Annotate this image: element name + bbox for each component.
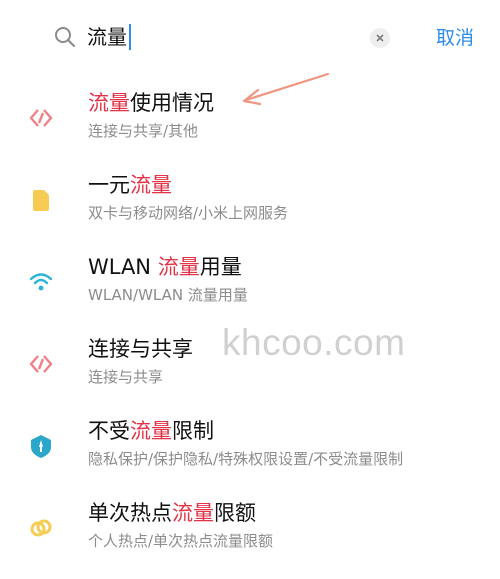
- result-title-text: 一元: [88, 173, 130, 197]
- search-icon: [55, 27, 75, 47]
- result-title-text: 单次热点: [88, 501, 172, 525]
- result-title-highlight: 流量: [130, 173, 172, 197]
- cancel-button[interactable]: 取消: [436, 24, 474, 52]
- result-title: 一元流量: [88, 170, 172, 200]
- result-title: 流量使用情况: [88, 88, 214, 118]
- result-subtitle: 连接与共享/其他: [88, 122, 199, 140]
- result-subtitle: 个人热点/单次热点流量限额: [88, 532, 274, 550]
- result-title-highlight: 流量: [130, 419, 172, 443]
- result-title-highlight: 流量: [157, 255, 200, 279]
- search-query: 流量: [87, 25, 127, 49]
- result-title: 不受流量限制: [88, 416, 214, 446]
- annotation-arrow: [242, 72, 330, 106]
- result-subtitle: 隐私保护/保护隐私/特殊权限设置/不受流量限制: [88, 450, 404, 468]
- search-result-item[interactable]: 单次热点流量限额个人热点/单次热点流量限额: [0, 484, 500, 566]
- result-title-highlight: 流量: [172, 501, 214, 525]
- result-title: 单次热点流量限额: [88, 498, 256, 528]
- wifi-icon: [27, 268, 55, 296]
- search-bar: 流量 取消: [0, 0, 500, 74]
- connection-share-icon: [27, 104, 55, 132]
- text-caret: [129, 24, 131, 50]
- result-subtitle: 双卡与移动网络/小米上网服务: [88, 204, 289, 222]
- result-title: 连接与共享: [88, 334, 193, 364]
- result-title-text: 不受: [88, 419, 130, 443]
- result-title-text: 限制: [172, 419, 214, 443]
- result-title-text: 用量: [199, 255, 242, 279]
- result-subtitle: WLAN/WLAN 流量用量: [88, 286, 248, 304]
- result-title-highlight: 流量: [88, 91, 130, 115]
- result-title-text: 连接与共享: [88, 337, 193, 361]
- shield-icon: [27, 432, 55, 460]
- result-title-text: 使用情况: [130, 91, 214, 115]
- search-result-item[interactable]: WLAN 流量用量 WLAN/WLAN 流量用量: [0, 238, 500, 320]
- result-title-text: WLAN: [88, 255, 158, 279]
- search-results: 流量使用情况 连接与共享/其他 一元流量 双卡与移动网络/小米上网服务 WLAN 流量用…: [0, 74, 500, 566]
- clear-search-button[interactable]: [370, 28, 390, 48]
- watermark: khcoo.com: [222, 322, 406, 363]
- result-title: WLAN 流量用量: [88, 252, 242, 282]
- sim-card-icon: [27, 186, 55, 214]
- hotspot-icon: [27, 514, 55, 542]
- search-input[interactable]: 流量: [87, 22, 131, 52]
- result-subtitle: 连接与共享: [88, 368, 164, 386]
- connection-share-icon: [27, 350, 55, 378]
- search-result-item[interactable]: 一元流量双卡与移动网络/小米上网服务: [0, 156, 500, 238]
- close-icon: [376, 34, 384, 42]
- result-title-text: 限额: [214, 501, 256, 525]
- search-result-item[interactable]: 不受流量限制隐私保护/保护隐私/特殊权限设置/不受流量限制: [0, 402, 500, 484]
